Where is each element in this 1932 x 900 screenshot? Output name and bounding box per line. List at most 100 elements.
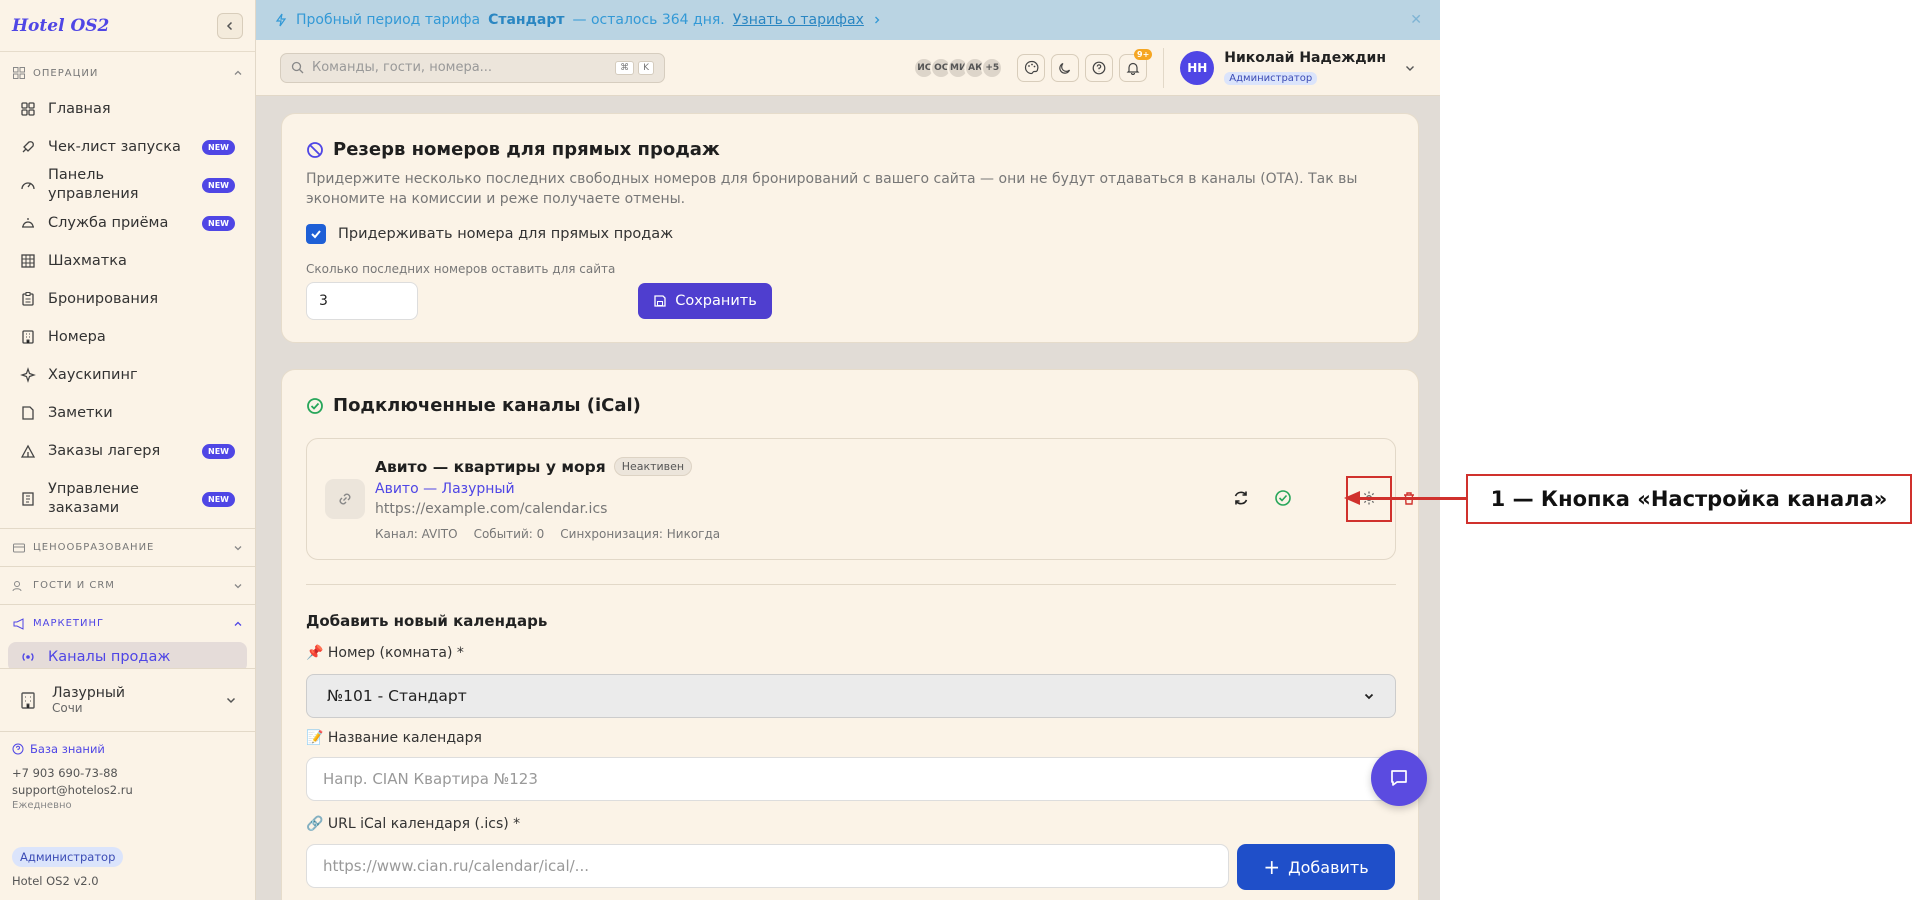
chevron-up-icon	[234, 70, 242, 75]
add-calendar-title: Добавить новый календарь	[306, 612, 548, 630]
sidebar-item-label: Служба приёма	[48, 214, 169, 231]
sync-button[interactable]	[1227, 484, 1255, 512]
chevron-down-icon	[1364, 693, 1374, 700]
channel-type: Канал: AVITO	[375, 527, 458, 541]
sidebar: Hotel OS2 ОПЕРАЦИИ Главная Чек-лист запу…	[0, 0, 256, 900]
card-title-text: Подключенные каналы (iCal)	[333, 395, 641, 416]
link-icon	[325, 479, 365, 519]
trial-banner: Пробный период тарифа Стандарт — осталос…	[256, 0, 1440, 40]
sidebar-item-housekeeping[interactable]: Хаускипинг	[0, 356, 255, 394]
sidebar-item-checklist[interactable]: Чек-лист запуска NEW	[0, 128, 255, 166]
sidebar-item-label: Чек-лист запуска	[48, 138, 181, 155]
save-button[interactable]: Сохранить	[638, 283, 772, 319]
chevron-down-icon	[1406, 65, 1414, 71]
shortcut-key: K	[638, 60, 654, 75]
section-label: МАРКЕТИНГ	[33, 618, 105, 629]
bell-icon	[1126, 62, 1140, 75]
rocket-icon	[20, 139, 36, 155]
channel-meta: Канал: AVITO Событий: 0 Синхронизация: Н…	[375, 527, 720, 541]
sidebar-item-order-management[interactable]: Управление заказами NEW	[0, 470, 255, 528]
hold-rooms-option[interactable]: Придерживать номера для прямых продаж	[306, 224, 673, 244]
reserve-count-input[interactable]: 3	[306, 282, 418, 320]
avatars-more: +5	[981, 56, 1004, 79]
sidebar-item-label: Управление заказами	[48, 481, 139, 516]
megaphone-icon	[13, 617, 24, 630]
shortcut-hint: ⌘ K	[615, 60, 654, 75]
add-calendar-button[interactable]: + Добавить	[1237, 844, 1395, 890]
command-search[interactable]: Команды, гости, номера... ⌘ K	[280, 52, 665, 83]
dark-mode-button[interactable]	[1051, 53, 1080, 82]
sparkle-icon	[20, 367, 36, 383]
hotel-city: Сочи	[52, 701, 83, 715]
divider	[306, 584, 1396, 585]
chevron-down-icon	[226, 697, 236, 704]
clipboard-icon	[20, 291, 36, 307]
knowledge-base-link[interactable]: База знаний	[12, 742, 244, 756]
sidebar-item-rooms[interactable]: Номера	[0, 318, 255, 356]
card-title: Подключенные каналы (iCal)	[306, 395, 641, 416]
pricing-link[interactable]: Узнать о тарифах	[733, 12, 864, 28]
broadcast-icon	[20, 649, 36, 665]
theme-palette-button[interactable]	[1017, 53, 1046, 82]
activate-button[interactable]	[1269, 484, 1297, 512]
card-title-text: Резерв номеров для прямых продаж	[333, 139, 720, 160]
sidebar-item-notes[interactable]: Заметки	[0, 394, 255, 432]
search-icon	[291, 61, 304, 74]
calendar-name-label: 📝 Название календаря	[306, 730, 482, 746]
channel-hotel-link[interactable]: Авито — Лазурный	[375, 481, 515, 497]
room-select-value: №101 - Стандарт	[327, 687, 467, 705]
sidebar-item-chessboard[interactable]: Шахматка	[0, 242, 255, 280]
channel-sync: Синхронизация: Никогда	[560, 527, 721, 541]
save-label: Сохранить	[675, 293, 757, 309]
app-window: Hotel OS2 ОПЕРАЦИИ Главная Чек-лист запу…	[0, 0, 1932, 900]
sidebar-item-dashboard[interactable]: Панель управления NEW	[0, 166, 255, 204]
close-banner-button[interactable]: ✕	[1410, 12, 1422, 28]
note-icon	[20, 405, 36, 421]
notification-count: 9+	[1134, 48, 1153, 60]
user-menu[interactable]: НН Николай Надеждин Администратор	[1163, 47, 1416, 88]
sidebar-item-home[interactable]: Главная	[0, 90, 255, 128]
moon-icon	[1059, 62, 1071, 74]
section-guests[interactable]: ГОСТИ И CRM	[0, 567, 255, 604]
support-phone[interactable]: +7 903 690-73-88	[12, 766, 244, 780]
sidebar-item-label: Каналы продаж	[48, 648, 171, 665]
section-marketing[interactable]: МАРКЕТИНГ	[0, 605, 255, 642]
sidebar-item-label: Хаускипинг	[48, 366, 138, 383]
channel-item: Авито — квартиры у моря Неактивен Авито …	[306, 438, 1414, 560]
sidebar-item-bookings[interactable]: Бронирования	[0, 280, 255, 318]
input-placeholder: Напр. CIAN Квартира №123	[323, 770, 538, 788]
hotel-switcher[interactable]: Лазурный Сочи	[0, 668, 255, 732]
refresh-icon	[1234, 491, 1248, 505]
app-logo[interactable]: Hotel OS2	[12, 16, 109, 36]
notifications-button[interactable]: 9+	[1119, 48, 1153, 82]
hold-rooms-checkbox[interactable]	[306, 224, 326, 244]
gauge-icon	[20, 177, 36, 193]
hotel-icon	[18, 690, 38, 710]
section-pricing[interactable]: ЦЕНООБРАЗОВАНИЕ	[0, 529, 255, 566]
sidebar-item-label: Бронирования	[48, 290, 159, 307]
count-label: Сколько последних номеров оставить для с…	[306, 262, 616, 276]
section-operations[interactable]: ОПЕРАЦИИ	[0, 56, 255, 90]
check-circle-icon	[1275, 490, 1291, 506]
collapse-sidebar-button[interactable]	[217, 12, 243, 39]
sidebar-item-front-desk[interactable]: Служба приёма NEW	[0, 204, 255, 242]
support-email[interactable]: support@hotelos2.ru	[12, 783, 244, 797]
annotation-arrow-head	[1344, 491, 1360, 505]
annotation-callout: 1 — Кнопка «Настройка канала»	[1466, 474, 1912, 524]
ical-url-input[interactable]: https://www.cian.ru/calendar/ical/...	[306, 844, 1229, 888]
chat-button[interactable]	[1371, 750, 1427, 806]
bell-desk-icon	[20, 215, 36, 231]
palette-icon	[1024, 60, 1039, 75]
online-users[interactable]: ИС ОС МИ АК +5	[913, 56, 1004, 79]
calendar-name-input[interactable]: Напр. CIAN Квартира №123	[306, 757, 1396, 801]
help-button[interactable]	[1085, 53, 1114, 82]
section-label: ЦЕНООБРАЗОВАНИЕ	[33, 542, 155, 553]
sidebar-item-label: Заказы лагеря	[48, 442, 161, 459]
room-select[interactable]: №101 - Стандарт	[306, 674, 1396, 718]
help-circle-icon	[1092, 61, 1106, 74]
channel-events: Событий: 0	[473, 527, 545, 541]
channel-name: Авито — квартиры у моря	[375, 457, 606, 476]
user-avatar: НН	[1180, 50, 1215, 85]
sidebar-item-camp-orders[interactable]: Заказы лагеря NEW	[0, 432, 255, 470]
new-badge: NEW	[202, 139, 235, 155]
